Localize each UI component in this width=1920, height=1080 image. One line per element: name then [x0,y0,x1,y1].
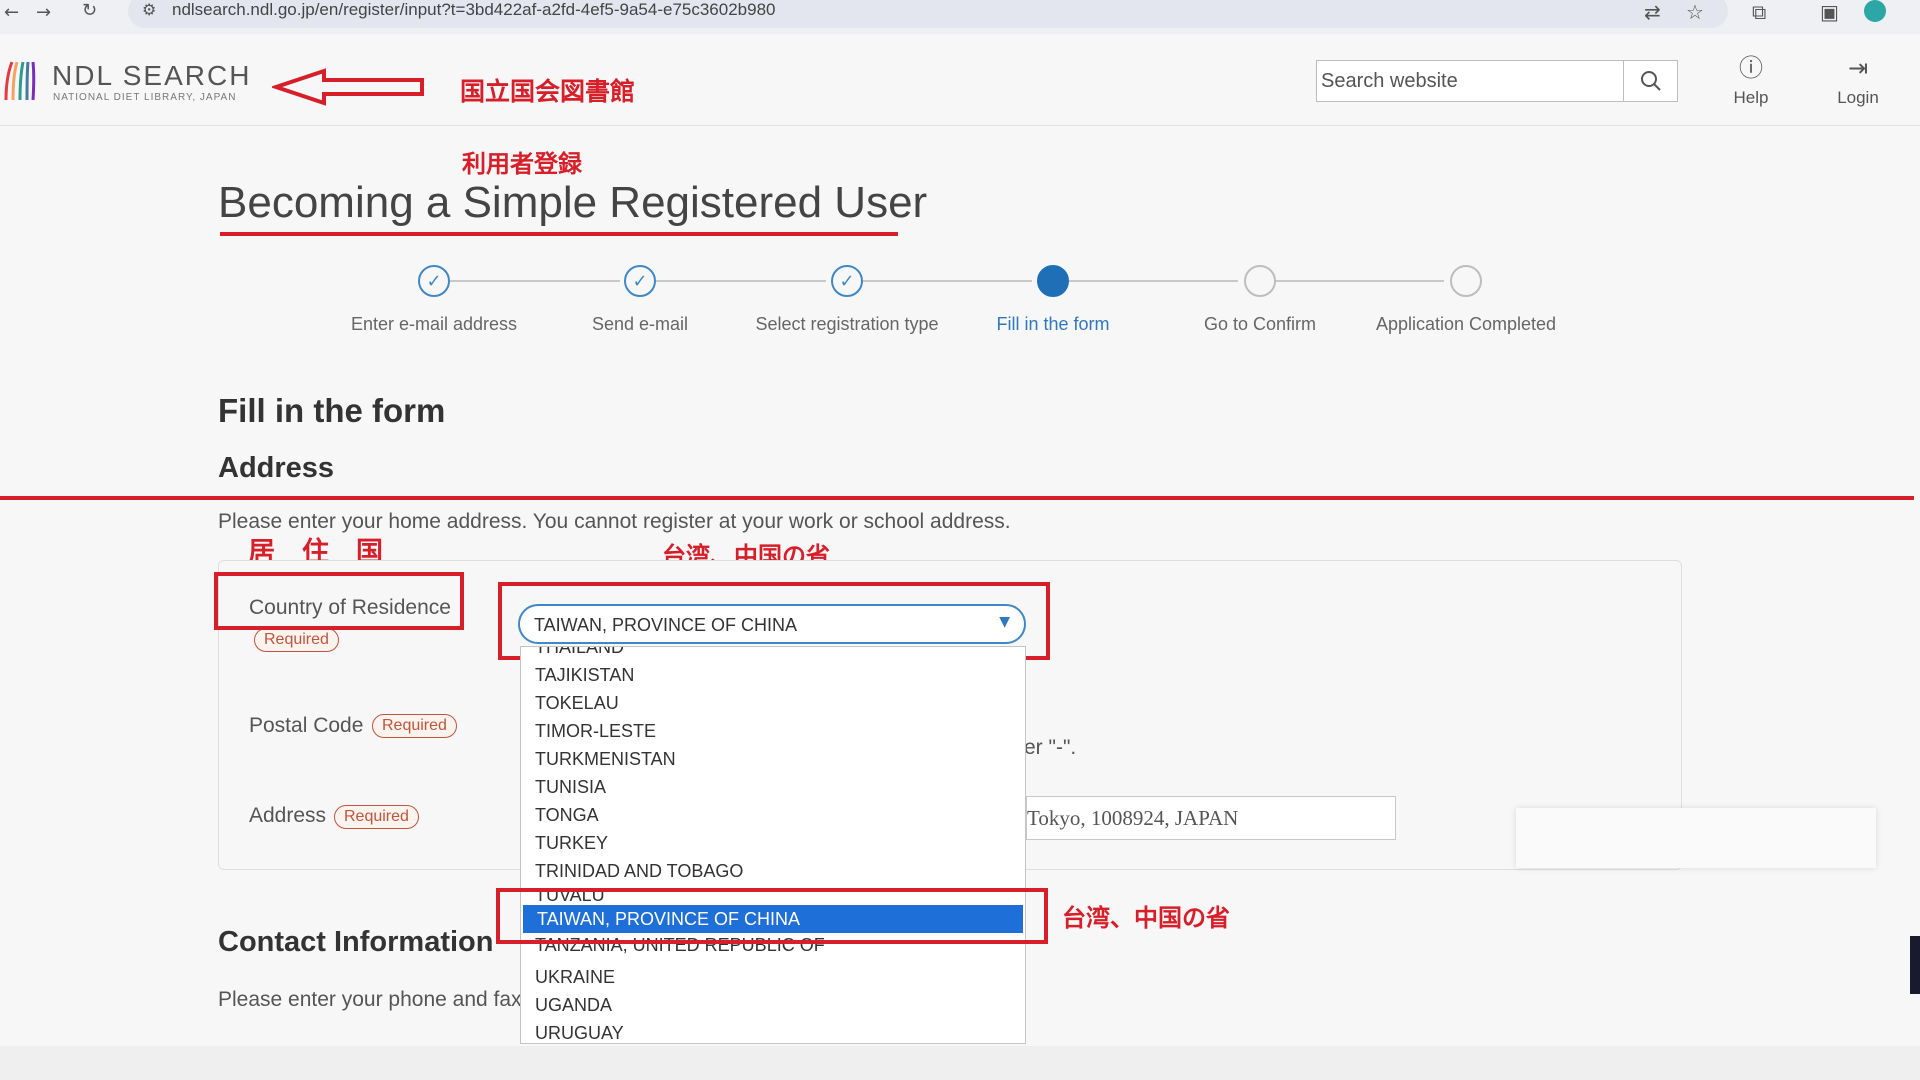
contact-help-text: Please enter your phone and fax [218,988,522,1011]
annotation-taiwan-side: 台湾、中国の省 [1062,904,1230,932]
search-box [1316,60,1678,102]
translate-icon[interactable]: ⇄ [1644,0,1661,24]
dropdown-option[interactable]: TURKEY [521,829,1025,857]
annotation-title-underline [220,232,898,236]
annotation-library-name: 国立国会図書館 [460,77,636,106]
country-required-badge: Required [254,628,339,652]
step-connector [656,280,826,282]
profile-avatar[interactable] [1864,0,1886,22]
step-label: Select registration type [755,314,939,334]
step-1-check-icon: ✓ [418,265,450,297]
dropdown-option[interactable]: UGANDA [521,991,1025,1019]
postal-code-label: Postal Code [249,714,364,737]
address-heading: Address [218,452,335,484]
dropdown-option[interactable]: THAILAND [521,647,1025,661]
annotation-arrow-icon [272,68,424,106]
extensions-icon[interactable]: ⧉ [1752,0,1766,24]
help-button[interactable]: ⓘ Help [1716,54,1786,108]
dropdown-option[interactable]: TIMOR-LESTE [521,717,1025,745]
step-connector [1274,280,1444,282]
login-label: Login [1837,88,1879,107]
blurred-overlay [1516,808,1876,868]
dropdown-option[interactable]: TOKELAU [521,689,1025,717]
login-button[interactable]: ⇥ Login [1823,54,1893,108]
site-settings-icon[interactable]: ⚙ [142,0,156,19]
annotation-user-registration: 利用者登録 [462,150,582,178]
step-label: Go to Confirm [1203,314,1317,334]
search-icon [1640,71,1661,91]
contact-heading: Contact Information [218,926,494,958]
step-2-check-icon: ✓ [624,265,656,297]
step-connector [450,280,620,282]
ndl-logo-icon[interactable] [2,56,42,106]
address-required-badge: Required [334,805,419,829]
annotation-country-box [214,572,464,630]
dropdown-option[interactable]: TUNISIA [521,773,1025,801]
annotation-selected-option-box [496,888,1048,944]
step-4-current-dot [1037,265,1069,297]
login-icon: ⇥ [1847,54,1869,82]
step-label: Application Completed [1375,314,1557,334]
step-6-dot [1450,265,1482,297]
search-button[interactable] [1623,61,1677,101]
help-icon: ⓘ [1739,54,1763,82]
bottom-strip [0,1046,1920,1080]
edge-widget-icon [1910,936,1920,994]
address-bar[interactable]: ⚙ ndlsearch.ndl.go.jp/en/register/input?… [128,0,1728,28]
url-text[interactable]: ndlsearch.ndl.go.jp/en/register/input?t=… [172,0,775,20]
logo-title[interactable]: NDL SEARCH [52,60,251,92]
address-input[interactable] [1026,796,1396,840]
country-dropdown-list[interactable]: THAILAND TAJIKISTAN TOKELAU TIMOR-LESTE … [520,646,1026,1044]
postal-required-badge: Required [372,714,457,738]
step-label-current: Fill in the form [996,314,1110,334]
back-arrow-icon[interactable]: ← [4,2,19,23]
postal-hint-text: er "-". [1024,736,1077,759]
help-label: Help [1733,88,1769,107]
step-connector [1068,280,1238,282]
logo-subtitle: NATIONAL DIET LIBRARY, JAPAN [53,92,237,103]
step-5-dot [1244,265,1276,297]
dropdown-option[interactable]: TURKMENISTAN [521,745,1025,773]
page-title: Becoming a Simple Registered User [218,178,928,227]
section-title: Fill in the form [218,392,446,429]
dropdown-option[interactable]: TAJIKISTAN [521,661,1025,689]
step-3-check-icon: ✓ [831,265,863,297]
step-label: Enter e-mail address [350,314,518,334]
reload-icon[interactable]: ↻ [82,0,97,21]
dropdown-option[interactable]: TONGA [521,801,1025,829]
step-connector [862,280,1032,282]
browser-toolbar: ← → ↻ ⚙ ndlsearch.ndl.go.jp/en/register/… [0,0,1920,34]
side-panel-icon[interactable]: ▣ [1820,0,1839,24]
bookmark-star-icon[interactable]: ☆ [1686,0,1704,24]
dropdown-option[interactable]: UKRAINE [521,963,1025,991]
forward-arrow-icon[interactable]: → [36,2,51,23]
search-input[interactable] [1317,61,1623,101]
annotation-section-underline [0,496,1914,500]
dropdown-option[interactable]: URUGUAY [521,1019,1025,1043]
step-label: Send e-mail [591,314,689,334]
address-label: Address [249,804,327,827]
